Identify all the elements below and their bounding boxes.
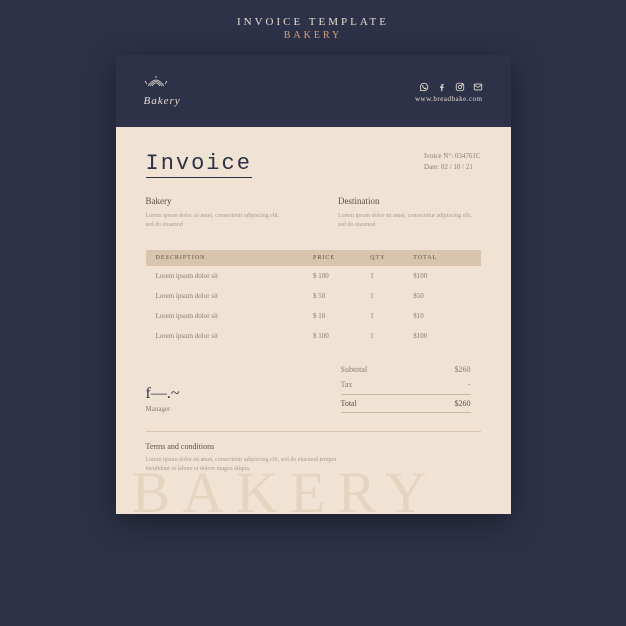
card-header: Bakery www.breadbake.com — [116, 55, 511, 127]
subtotal-row: Subtotal $260 — [341, 362, 471, 377]
invoice-date: Date: 02 / 10 / 21 — [424, 162, 480, 173]
invoice-meta: Ivoice N°: 034761C Date: 02 / 10 / 21 — [424, 151, 480, 173]
cell-desc: Lorem ipsum dolor sit — [156, 272, 314, 280]
social-icons — [419, 79, 483, 89]
cell-total: $50 — [413, 292, 470, 300]
cell-desc: Lorem ipsum dolor sit — [156, 332, 314, 340]
header-contact: www.breadbake.com — [415, 79, 483, 103]
cell-total: $100 — [413, 272, 470, 280]
cell-qty: 1 — [370, 312, 413, 320]
tax-row: Tax - — [341, 377, 471, 392]
signature-label: Manager — [146, 405, 341, 413]
cell-total: $10 — [413, 312, 470, 320]
totals-block: Subtotal $260 Tax - Total $260 — [341, 362, 471, 413]
totals-section: f—.~ Manager Subtotal $260 Tax - Total $… — [146, 362, 481, 413]
table-row: Lorem ipsum dolor sit $ 100 1 $100 — [146, 326, 481, 346]
table-header: DESCRIPTION PRICE QTY TOTAL — [146, 250, 481, 266]
terms-heading: Terms and conditions — [146, 442, 481, 451]
card-body: Invoice Ivoice N°: 034761C Date: 02 / 10… — [116, 127, 511, 514]
cell-price: $ 100 — [313, 332, 370, 340]
total-value: $260 — [455, 399, 471, 408]
cell-price: $ 10 — [313, 312, 370, 320]
tax-value: - — [468, 380, 471, 389]
instagram-icon — [455, 79, 465, 89]
th-total: TOTAL — [413, 255, 470, 261]
whatsapp-icon — [419, 79, 429, 89]
watermark: BAKERY — [132, 459, 439, 514]
cell-qty: 1 — [370, 272, 413, 280]
invoice-title: Invoice — [146, 151, 252, 178]
website-url: www.breadbake.com — [415, 95, 483, 103]
invoice-title-row: Invoice Ivoice N°: 034761C Date: 02 / 10… — [146, 151, 481, 178]
tax-label: Tax — [341, 380, 353, 389]
logo-text: Bakery — [144, 95, 181, 107]
info-from: Bakery Lorem ipsum dolor sit amet, conse… — [146, 196, 289, 230]
page-subtitle: BAKERY — [284, 30, 343, 41]
page-title: INVOICE TEMPLATE — [237, 16, 389, 28]
cell-price: $ 50 — [313, 292, 370, 300]
info-section: Bakery Lorem ipsum dolor sit amet, conse… — [146, 196, 481, 230]
table-row: Lorem ipsum dolor sit $ 10 1 $10 — [146, 306, 481, 326]
signature-mark: f—.~ — [146, 385, 341, 403]
items-table: DESCRIPTION PRICE QTY TOTAL Lorem ipsum … — [146, 250, 481, 346]
cell-qty: 1 — [370, 292, 413, 300]
signature-block: f—.~ Manager — [146, 385, 341, 413]
info-to-heading: Destination — [338, 196, 481, 206]
info-from-heading: Bakery — [146, 196, 289, 206]
croissant-icon — [144, 75, 168, 93]
table-row: Lorem ipsum dolor sit $ 100 1 $100 — [146, 266, 481, 286]
cell-total: $100 — [413, 332, 470, 340]
cell-qty: 1 — [370, 332, 413, 340]
invoice-number: Ivoice N°: 034761C — [424, 151, 480, 162]
th-description: DESCRIPTION — [156, 255, 314, 261]
logo-block: Bakery — [144, 75, 181, 107]
cell-price: $ 100 — [313, 272, 370, 280]
facebook-icon — [437, 79, 447, 89]
subtotal-label: Subtotal — [341, 365, 368, 374]
invoice-card: Bakery www.breadbake.com Invoic — [116, 55, 511, 514]
subtotal-value: $260 — [455, 365, 471, 374]
mail-icon — [473, 79, 483, 89]
grand-total-row: Total $260 — [341, 394, 471, 413]
info-to-text: Lorem ipsum dolor sit amet, consectetur … — [338, 212, 481, 230]
info-from-text: Lorem ipsum dolor sit amet, consectetur … — [146, 212, 289, 230]
cell-desc: Lorem ipsum dolor sit — [156, 292, 314, 300]
total-label: Total — [341, 399, 357, 408]
th-price: PRICE — [313, 255, 370, 261]
table-row: Lorem ipsum dolor sit $ 50 1 $50 — [146, 286, 481, 306]
cell-desc: Lorem ipsum dolor sit — [156, 312, 314, 320]
th-qty: QTY — [370, 255, 413, 261]
info-to: Destination Lorem ipsum dolor sit amet, … — [338, 196, 481, 230]
